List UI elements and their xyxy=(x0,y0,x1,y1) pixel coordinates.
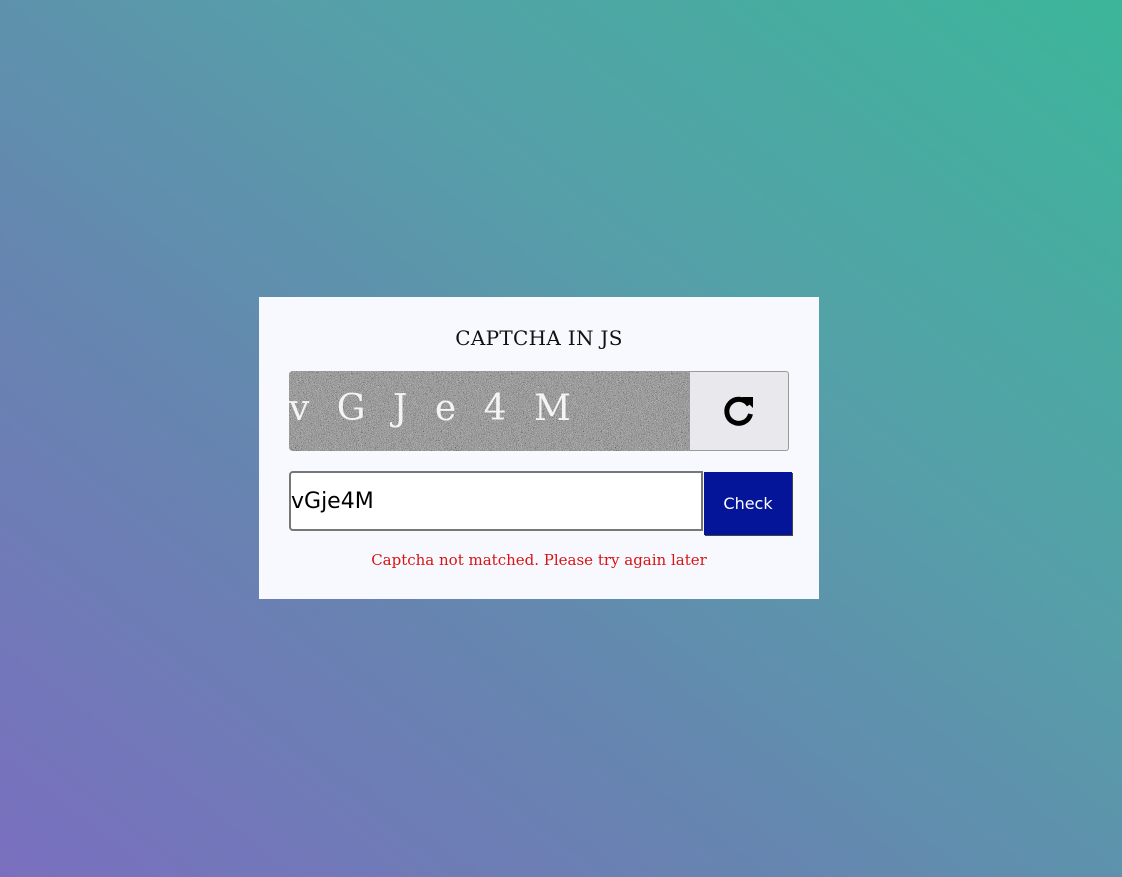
captcha-input-field[interactable] xyxy=(289,471,703,531)
captcha-input[interactable] xyxy=(291,473,701,529)
captcha-image: v G J e 4 M xyxy=(289,371,689,451)
check-button[interactable]: Check xyxy=(704,472,792,535)
refresh-captcha-button[interactable] xyxy=(689,371,789,451)
captcha-card: CAPTCHA IN JS v G J e 4 M vGje4M Check C… xyxy=(259,297,819,599)
card-title: CAPTCHA IN JS xyxy=(455,326,623,350)
refresh-icon xyxy=(724,396,753,426)
captcha-text: v G J e 4 M xyxy=(289,388,579,429)
status-message: Captcha not matched. Please try again la… xyxy=(371,551,707,569)
